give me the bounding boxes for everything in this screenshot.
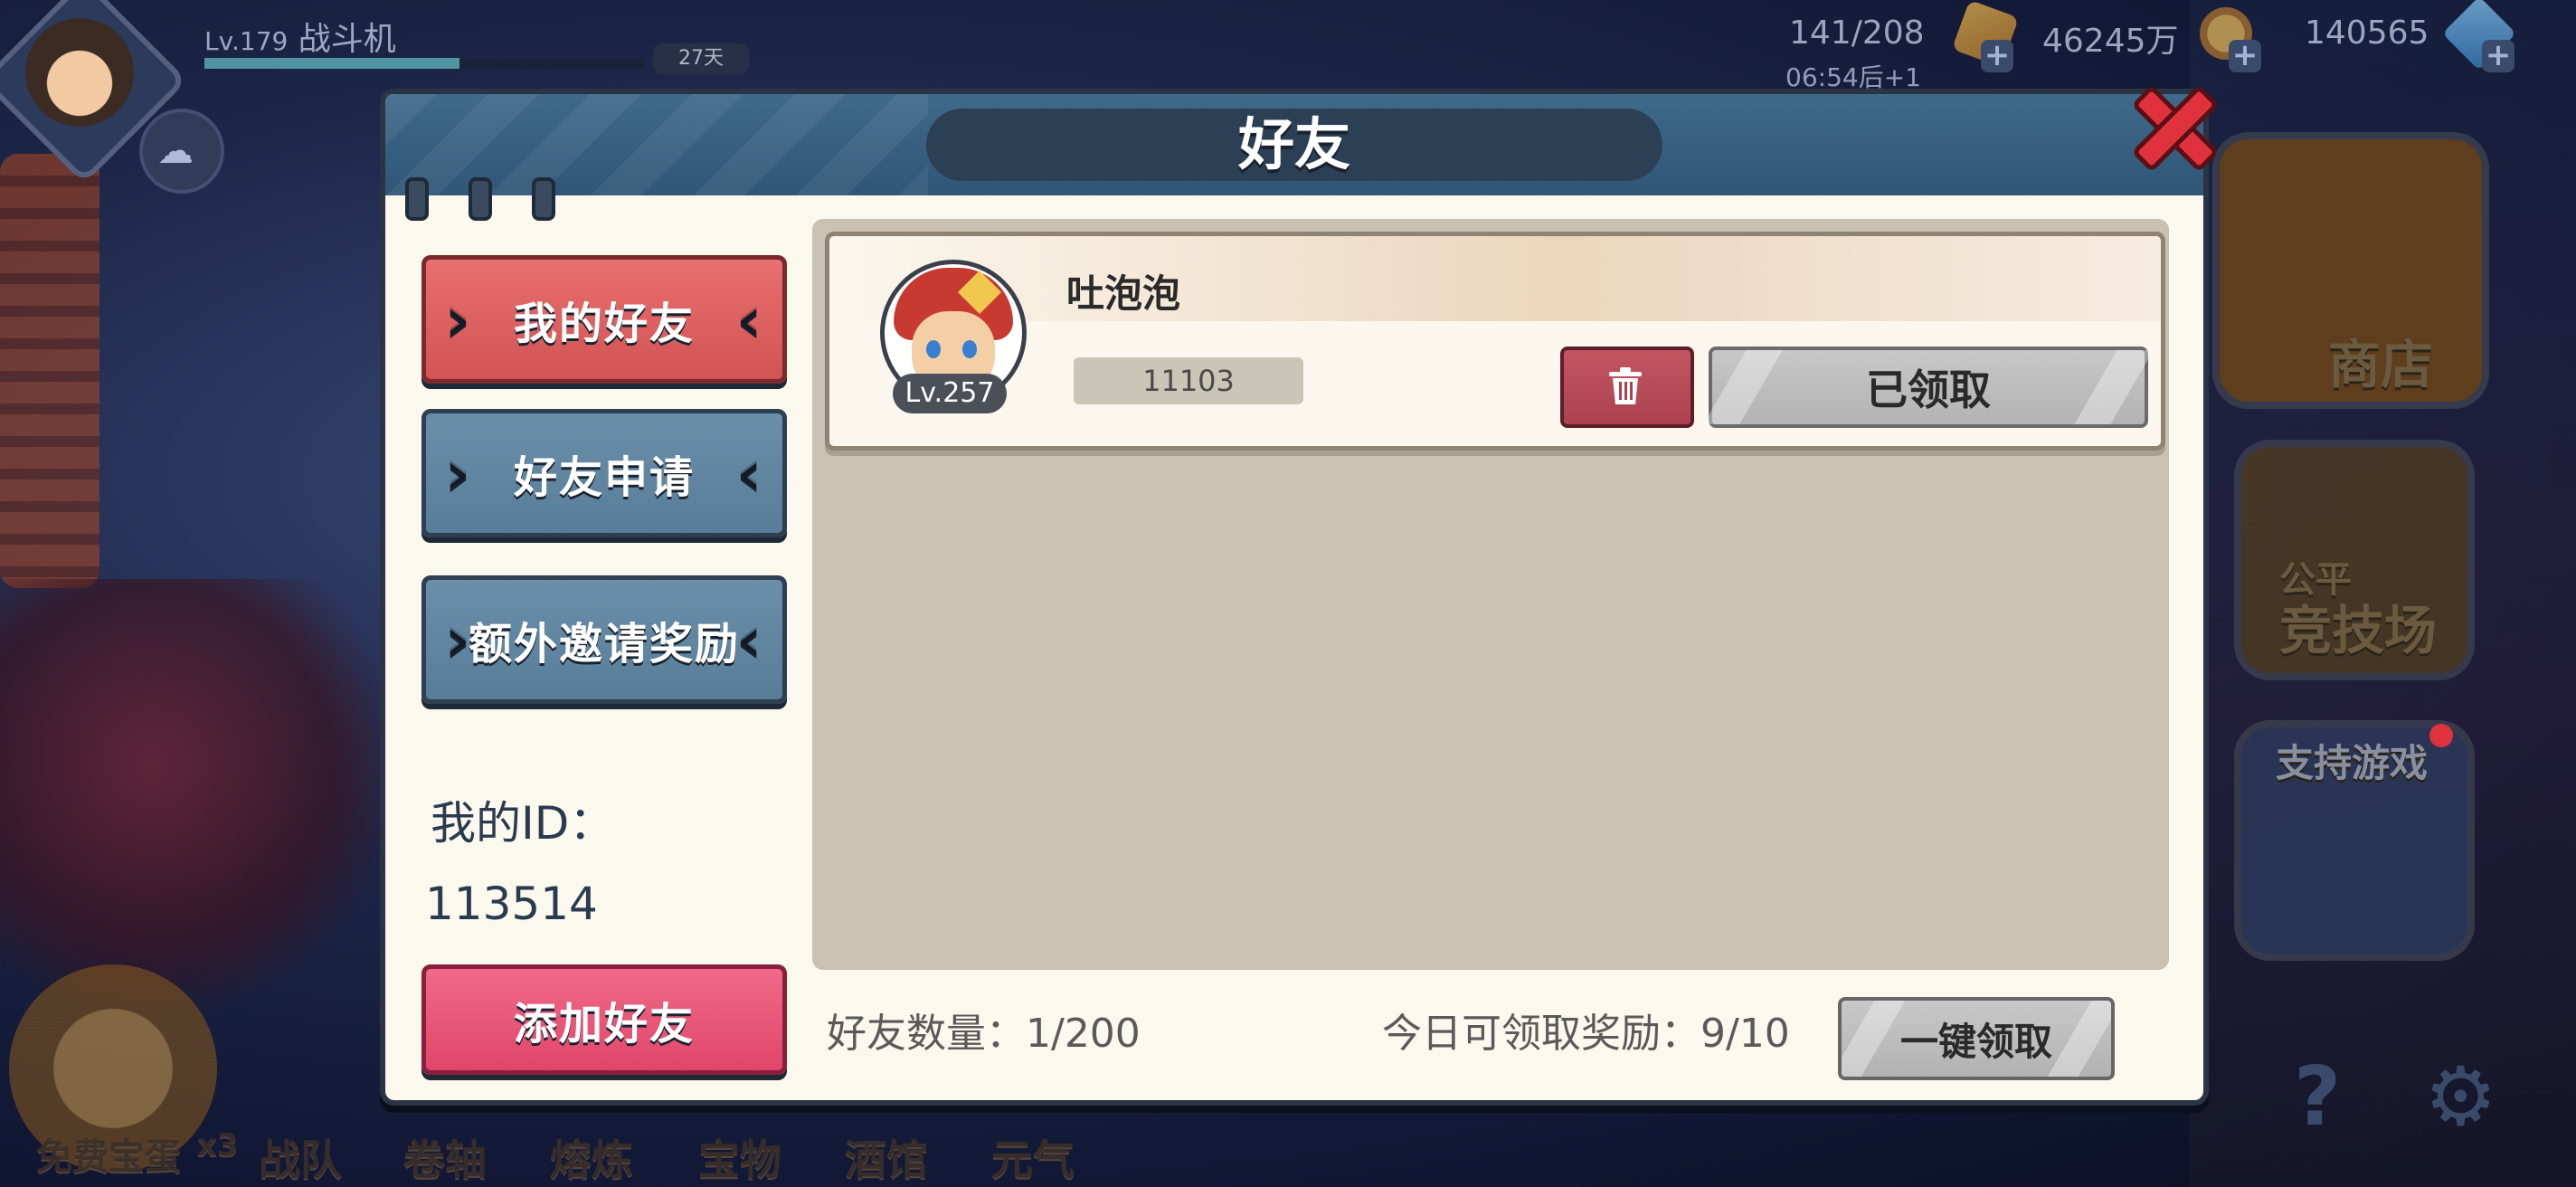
button-shine — [2047, 1001, 2111, 1077]
tab-friend-requests[interactable]: › 好友申请 ‹ — [421, 409, 787, 537]
player-level: Lv.179 战斗机 — [204, 13, 396, 60]
chevron-left-icon: › — [444, 433, 473, 509]
tab-extra-invite-reward[interactable]: › 额外邀请奖励 ‹ — [421, 575, 787, 704]
button-shine — [1703, 350, 1783, 424]
binder-ring — [469, 177, 492, 221]
friend-list-item: Lv.257 吐泡泡 11103 已领取 — [825, 232, 2165, 451]
stamina-value: 141/208 — [1789, 14, 1925, 52]
free-egg-count: x3 — [197, 1127, 239, 1163]
friends-dialog: 好友 › 我的好友 ‹ › 好友申请 ‹ › 额外邀请奖励 ‹ 我的ID： 11… — [380, 84, 2220, 1106]
nav-team[interactable]: 战队 — [259, 1127, 342, 1187]
dialog-title: 好友 — [1237, 111, 1350, 177]
button-shine — [2074, 350, 2154, 424]
trash-icon — [1609, 367, 1642, 404]
claim-all-button[interactable]: 一键领取 — [1838, 997, 2115, 1080]
shop-label: 商店 — [2328, 334, 2434, 395]
add-friend-button[interactable]: 添加好友 — [421, 964, 787, 1075]
player-name: 战斗机 — [298, 21, 396, 58]
background-decoration — [0, 154, 99, 588]
friend-count: 好友数量：1/200 — [827, 1011, 1141, 1057]
daily-reward-count: 今日可领取奖励：9/10 — [1382, 1011, 1790, 1057]
claim-all-label: 一键领取 — [1899, 1019, 2052, 1064]
chevron-right-icon: ‹ — [735, 433, 764, 509]
dialog-header: 好友 — [385, 94, 2203, 195]
settings-gear-icon[interactable]: ⚙ — [2424, 1049, 2497, 1144]
notification-dot — [2429, 724, 2453, 747]
my-id-label: 我的ID： — [431, 797, 615, 850]
friend-name: 吐泡泡 — [1066, 271, 1181, 316]
free-egg-label: 免费宝蛋 — [36, 1136, 181, 1178]
nav-tavern[interactable]: 酒馆 — [845, 1127, 928, 1187]
level-prefix: Lv.179 — [204, 26, 289, 56]
chevron-left-icon: › — [444, 280, 473, 356]
nav-smelt[interactable]: 熔炼 — [550, 1127, 633, 1187]
chevron-left-icon: › — [444, 600, 473, 676]
xp-bar-fill — [204, 58, 459, 69]
binder-ring — [532, 177, 555, 221]
gem-value: 140565 — [2305, 14, 2429, 52]
cloud-icon: ☁ — [157, 130, 194, 172]
my-id-value: 113514 — [425, 878, 598, 930]
friend-list[interactable]: Lv.257 吐泡泡 11103 已领取 — [812, 219, 2169, 970]
chevron-right-icon: ‹ — [735, 600, 764, 676]
claimed-label: 已领取 — [1866, 366, 1991, 414]
friend-level-badge: Lv.257 — [893, 374, 1007, 413]
tab-label: 我的好友 — [513, 299, 695, 349]
nav-vitality[interactable]: 元气 — [991, 1127, 1075, 1187]
add-stamina-button[interactable]: + — [1981, 40, 2013, 72]
nav-treasure[interactable]: 宝物 — [698, 1127, 781, 1187]
nav-scroll[interactable]: 卷轴 — [403, 1127, 487, 1187]
name-band — [829, 236, 2161, 321]
add-gold-button[interactable]: + — [2229, 40, 2261, 72]
background-decoration — [0, 579, 380, 1049]
chevron-right-icon: ‹ — [735, 280, 764, 356]
event-timer: 27天 — [653, 43, 749, 74]
arena-label: 竞技场 — [2279, 600, 2438, 661]
add-gem-button[interactable]: + — [2482, 40, 2514, 72]
title-pill: 好友 — [926, 109, 1662, 181]
tab-label: 额外邀请奖励 — [468, 619, 740, 669]
gold-value: 46245万 — [2042, 23, 2179, 60]
claimed-button[interactable]: 已领取 — [1703, 347, 2154, 428]
friend-id: 11103 — [1074, 357, 1303, 404]
header-stripes — [385, 94, 928, 195]
cloud-save-button[interactable]: ☁ — [139, 109, 224, 194]
help-icon[interactable]: ? — [2294, 1049, 2341, 1144]
player-avatar[interactable] — [25, 18, 134, 127]
avatar-eye — [962, 340, 977, 358]
binder-ring — [405, 177, 429, 221]
support-label: 支持游戏 — [2276, 741, 2429, 785]
close-button[interactable] — [2120, 72, 2220, 173]
button-shine — [1842, 1001, 1906, 1077]
add-friend-label: 添加好友 — [513, 999, 695, 1049]
tab-my-friends[interactable]: › 我的好友 ‹ — [421, 255, 787, 384]
avatar-eye — [926, 340, 941, 358]
tab-label: 好友申请 — [513, 452, 695, 503]
delete-friend-button[interactable] — [1560, 347, 1694, 428]
xp-bar — [204, 58, 644, 69]
